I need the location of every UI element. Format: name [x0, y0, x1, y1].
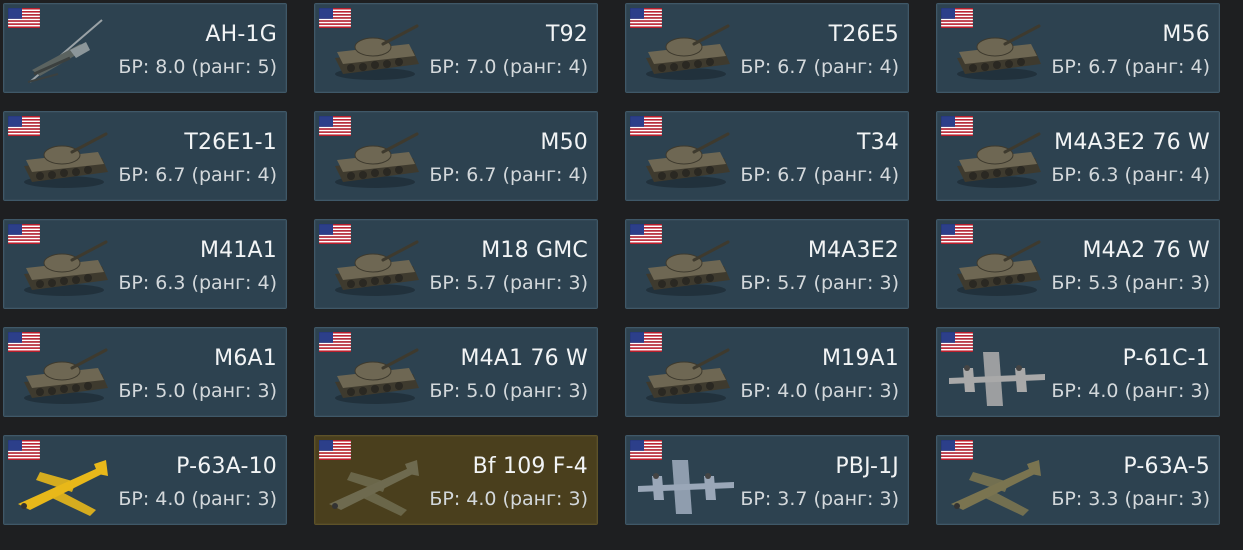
battle-rating: БР: 3.7 (ранг: 3) — [740, 488, 899, 510]
usa-flag-icon — [7, 223, 41, 245]
usa-flag-icon — [7, 7, 41, 29]
battle-rating: БР: 5.7 (ранг: 3) — [740, 272, 899, 294]
vehicle-card[interactable]: M4A2 76 W БР: 5.3 (ранг: 3) — [936, 219, 1220, 309]
battle-rating: БР: 6.3 (ранг: 4) — [118, 272, 277, 294]
usa-flag-icon — [940, 115, 974, 137]
battle-rating: БР: 6.7 (ранг: 4) — [740, 164, 899, 186]
vehicle-card[interactable]: T34 БР: 6.7 (ранг: 4) — [625, 111, 909, 201]
battle-rating: БР: 8.0 (ранг: 5) — [118, 56, 277, 78]
vehicle-name: M41A1 — [199, 238, 277, 263]
usa-flag-icon — [629, 223, 663, 245]
vehicle-name: M4A2 76 W — [1082, 238, 1210, 263]
vehicle-card[interactable]: M41A1 БР: 6.3 (ранг: 4) — [3, 219, 287, 309]
vehicle-name: T92 — [545, 22, 588, 47]
battle-rating: БР: 4.0 (ранг: 3) — [740, 380, 899, 402]
battle-rating: БР: 3.3 (ранг: 3) — [1051, 488, 1210, 510]
usa-flag-icon — [7, 439, 41, 461]
usa-flag-icon — [318, 115, 352, 137]
vehicle-name: PBJ-1J — [835, 454, 899, 479]
usa-flag-icon — [318, 331, 352, 353]
vehicle-card[interactable]: M18 GMC БР: 5.7 (ранг: 3) — [314, 219, 598, 309]
vehicle-card[interactable]: P-63A-10 БР: 4.0 (ранг: 3) — [3, 435, 287, 525]
vehicle-card[interactable]: M56 БР: 6.7 (ранг: 4) — [936, 3, 1220, 93]
vehicle-card[interactable]: Bf 109 F-4 БР: 4.0 (ранг: 3) — [314, 435, 598, 525]
battle-rating: БР: 5.7 (ранг: 3) — [429, 272, 588, 294]
vehicle-grid: AH-1G БР: 8.0 (ранг: 5) T92 БР: 7.0 (ран… — [0, 0, 1243, 550]
vehicle-card[interactable]: P-63A-5 БР: 3.3 (ранг: 3) — [936, 435, 1220, 525]
vehicle-name: P-63A-10 — [176, 454, 277, 479]
usa-flag-icon — [629, 439, 663, 461]
battle-rating: БР: 6.7 (ранг: 4) — [740, 56, 899, 78]
usa-flag-icon — [940, 331, 974, 353]
vehicle-name: T26E1-1 — [184, 130, 277, 155]
battle-rating: БР: 6.7 (ранг: 4) — [429, 164, 588, 186]
vehicle-card[interactable]: M19A1 БР: 4.0 (ранг: 3) — [625, 327, 909, 417]
usa-flag-icon — [629, 331, 663, 353]
vehicle-card[interactable]: T26E5 БР: 6.7 (ранг: 4) — [625, 3, 909, 93]
vehicle-name: M56 — [1162, 22, 1210, 47]
vehicle-card[interactable]: M4A1 76 W БР: 5.0 (ранг: 3) — [314, 327, 598, 417]
vehicle-name: M6A1 — [214, 346, 277, 371]
vehicle-card[interactable]: AH-1G БР: 8.0 (ранг: 5) — [3, 3, 287, 93]
usa-flag-icon — [629, 7, 663, 29]
vehicle-card[interactable]: PBJ-1J БР: 3.7 (ранг: 3) — [625, 435, 909, 525]
vehicle-name: M18 GMC — [481, 238, 588, 263]
vehicle-name: T34 — [856, 130, 899, 155]
vehicle-name: M50 — [540, 130, 588, 155]
battle-rating: БР: 7.0 (ранг: 4) — [429, 56, 588, 78]
usa-flag-icon — [318, 439, 352, 461]
vehicle-name: M4A1 76 W — [460, 346, 588, 371]
vehicle-name: M19A1 — [821, 346, 899, 371]
battle-rating: БР: 4.0 (ранг: 3) — [1051, 380, 1210, 402]
vehicle-card[interactable]: M6A1 БР: 5.0 (ранг: 3) — [3, 327, 287, 417]
vehicle-name: M4A3E2 — [807, 238, 899, 263]
battle-rating: БР: 6.3 (ранг: 4) — [1051, 164, 1210, 186]
usa-flag-icon — [940, 439, 974, 461]
usa-flag-icon — [629, 115, 663, 137]
battle-rating: БР: 4.0 (ранг: 3) — [429, 488, 588, 510]
vehicle-card[interactable]: M50 БР: 6.7 (ранг: 4) — [314, 111, 598, 201]
usa-flag-icon — [7, 331, 41, 353]
battle-rating: БР: 5.0 (ранг: 3) — [429, 380, 588, 402]
vehicle-card[interactable]: T92 БР: 7.0 (ранг: 4) — [314, 3, 598, 93]
usa-flag-icon — [318, 223, 352, 245]
vehicle-name: Bf 109 F-4 — [472, 454, 588, 479]
vehicle-card[interactable]: M4A3E2 БР: 5.7 (ранг: 3) — [625, 219, 909, 309]
usa-flag-icon — [7, 115, 41, 137]
vehicle-card[interactable]: P-61C-1 БР: 4.0 (ранг: 3) — [936, 327, 1220, 417]
vehicle-card[interactable]: T26E1-1 БР: 6.7 (ранг: 4) — [3, 111, 287, 201]
battle-rating: БР: 5.0 (ранг: 3) — [118, 380, 277, 402]
usa-flag-icon — [940, 7, 974, 29]
battle-rating: БР: 5.3 (ранг: 3) — [1051, 272, 1210, 294]
vehicle-name: P-63A-5 — [1123, 454, 1210, 479]
vehicle-name: M4A3E2 76 W — [1054, 130, 1210, 155]
vehicle-name: AH-1G — [205, 22, 277, 47]
usa-flag-icon — [318, 7, 352, 29]
vehicle-name: T26E5 — [828, 22, 899, 47]
usa-flag-icon — [940, 223, 974, 245]
battle-rating: БР: 4.0 (ранг: 3) — [118, 488, 277, 510]
vehicle-name: P-61C-1 — [1122, 346, 1210, 371]
battle-rating: БР: 6.7 (ранг: 4) — [1051, 56, 1210, 78]
battle-rating: БР: 6.7 (ранг: 4) — [118, 164, 277, 186]
vehicle-card[interactable]: M4A3E2 76 W БР: 6.3 (ранг: 4) — [936, 111, 1220, 201]
